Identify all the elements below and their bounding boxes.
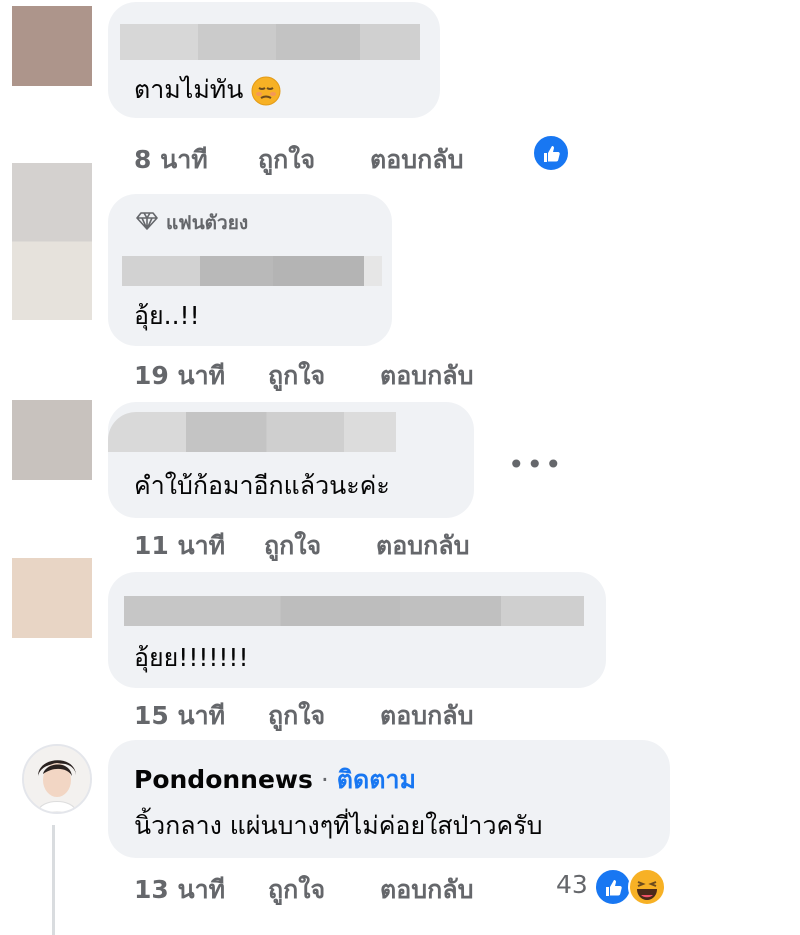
timestamp[interactable]: 11 นาที [134, 526, 225, 566]
comment-meta-3: 11 นาที ถูกใจ ตอบกลับ [134, 526, 574, 560]
comment-meta-4: 15 นาที ถูกใจ ตอบกลับ [134, 696, 574, 730]
like-link[interactable]: ถูกใจ [268, 870, 325, 910]
timestamp[interactable]: 13 นาที [134, 870, 225, 910]
comment-bubble-1: ตามไม่ทัน [108, 2, 440, 118]
comment-bubble-4: อุ้ยย!!!!!!! [108, 572, 606, 688]
like-link[interactable]: ถูกใจ [258, 140, 315, 180]
comment-bubble-3: คำใบ้ก้อมาอีกแล้วนะค่ะ [108, 402, 474, 518]
reply-link[interactable]: ตอบกลับ [370, 140, 463, 180]
comment-avatar-2[interactable] [12, 163, 92, 320]
comment-text: อุ้ยย!!!!!!! [134, 643, 249, 672]
comment-bubble-2: แฟนตัวยง อุ้ย..!! [108, 194, 392, 346]
comment-text: ตามไม่ทัน [134, 70, 281, 110]
redacted-author-name [108, 412, 396, 452]
comment-meta-5: 13 นาที ถูกใจ ตอบกลับ [134, 870, 574, 904]
page-avatar[interactable] [22, 744, 92, 814]
author-name[interactable]: Pondonnews [134, 765, 313, 794]
like-link[interactable]: ถูกใจ [268, 696, 325, 736]
like-link[interactable]: ถูกใจ [264, 526, 321, 566]
timestamp[interactable]: 15 นาที [134, 696, 225, 736]
reply-link[interactable]: ตอบกลับ [376, 526, 469, 566]
comment-avatar-4[interactable] [12, 558, 92, 638]
like-link[interactable]: ถูกใจ [268, 356, 325, 396]
redacted-author-name [122, 256, 382, 286]
comment-bubble-5: Pondonnews · ติดตาม นิ้วกลาง แผ่นบางๆที่… [108, 740, 670, 858]
redacted-author-name [124, 596, 584, 626]
reply-link[interactable]: ตอบกลับ [380, 356, 473, 396]
follow-link[interactable]: ติดตาม [337, 765, 416, 794]
comment-text: นิ้วกลาง แผ่นบางๆที่ไม่ค่อยใสป่าวครับ [134, 811, 543, 840]
reaction-count[interactable]: 43 [556, 870, 588, 899]
diamond-icon [136, 211, 158, 236]
top-fan-badge: แฟนตัวยง [136, 208, 248, 238]
reply-link[interactable]: ตอบกลับ [380, 870, 473, 910]
timestamp[interactable]: 19 นาที [134, 356, 225, 396]
comment-text: อุ้ย..!! [134, 301, 200, 330]
more-options-icon[interactable]: ••• [508, 448, 564, 481]
comment-meta-2: 19 นาที ถูกใจ ตอบกลับ [134, 356, 574, 390]
thread-line [52, 825, 55, 935]
comment-text: คำใบ้ก้อมาอีกแล้วนะค่ะ [134, 471, 390, 500]
redacted-author-name [120, 24, 420, 60]
reply-link[interactable]: ตอบกลับ [380, 696, 473, 736]
like-reaction-icon[interactable] [532, 134, 570, 172]
separator: · [320, 765, 329, 794]
timestamp[interactable]: 8 นาที [134, 140, 208, 180]
comment-meta-1: 8 นาที ถูกใจ ตอบกลับ [134, 140, 574, 174]
haha-reaction-icon[interactable] [628, 868, 666, 906]
like-reaction-icon[interactable] [594, 868, 632, 906]
sad-face-emoji-icon [251, 76, 281, 106]
comment-avatar-1[interactable] [12, 6, 92, 86]
comment-author-line: Pondonnews · ติดตาม [134, 760, 416, 800]
comment-avatar-3[interactable] [12, 400, 92, 480]
